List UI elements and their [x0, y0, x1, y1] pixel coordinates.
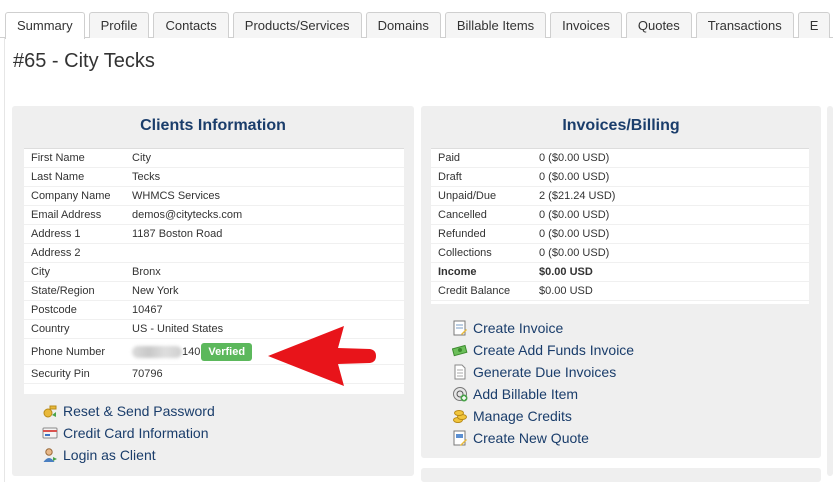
tab-domains[interactable]: Domains	[365, 12, 441, 38]
tab-invoices[interactable]: Invoices	[550, 12, 622, 38]
document-icon	[452, 364, 468, 380]
table-row: Cancelled 0 ($0.00 USD)	[431, 206, 809, 225]
lower-panel	[421, 468, 821, 482]
user-login-icon	[42, 447, 58, 463]
credit-card-icon	[42, 425, 58, 441]
invoices-billing-heading: Invoices/Billing	[562, 117, 680, 134]
billing-actions: Create Invoice Create Add Funds Invoice …	[451, 317, 634, 449]
table-row: Company Name WHMCS Services	[24, 187, 404, 206]
verified-badge: Verfied	[201, 342, 253, 361]
clients-information-panel: Clients Information First Name City Last …	[12, 106, 414, 476]
tab-contacts[interactable]: Contacts	[153, 12, 229, 38]
manage-credits-link[interactable]: Manage Credits	[452, 405, 634, 427]
money-icon	[451, 342, 468, 358]
table-row: Postcode 10467	[24, 301, 404, 320]
add-billable-item-link[interactable]: Add Billable Item	[452, 383, 634, 405]
tab-products-services[interactable]: Products/Services	[232, 12, 362, 38]
create-invoice-link[interactable]: Create Invoice	[452, 317, 634, 339]
table-row: Unpaid/Due 2 ($21.24 USD)	[431, 187, 809, 206]
tab-billable-items[interactable]: Billable Items	[444, 12, 547, 38]
reset-send-password-link[interactable]: Reset & Send Password	[42, 400, 215, 422]
billing-summary-table: Paid 0 ($0.00 USD) Draft 0 ($0.00 USD) Unp…	[431, 148, 809, 304]
tab-profile[interactable]: Profile	[88, 12, 150, 38]
tab-quotes[interactable]: Quotes	[625, 12, 692, 38]
add-item-icon	[452, 386, 468, 402]
key-refresh-icon	[42, 403, 58, 419]
table-row: Credit Balance $0.00 USD	[431, 282, 809, 301]
tab-more[interactable]: E	[797, 12, 831, 38]
tab-summary[interactable]: Summary	[5, 12, 85, 39]
table-row: Income $0.00 USD	[431, 263, 809, 282]
table-row: Address 2	[24, 244, 404, 263]
table-row: Refunded 0 ($0.00 USD)	[431, 225, 809, 244]
annotation-arrow-icon	[268, 326, 376, 386]
tab-bar: Summary Profile Contacts Products/Servic…	[0, 12, 833, 39]
client-actions: Reset & Send Password Credit Card Inform…	[42, 400, 215, 466]
generate-due-invoices-link[interactable]: Generate Due Invoices	[452, 361, 634, 383]
clients-information-heading: Clients Information	[140, 117, 286, 134]
right-panel-edge	[827, 106, 833, 476]
table-row: Collections 0 ($0.00 USD)	[431, 244, 809, 263]
phone-suffix: 140	[182, 345, 201, 358]
table-row: Email Address demos@citytecks.com	[24, 206, 404, 225]
table-row: Last Name Tecks	[24, 168, 404, 187]
table-row: City Bronx	[24, 263, 404, 282]
coins-icon	[452, 408, 468, 424]
table-row: Draft 0 ($0.00 USD)	[431, 168, 809, 187]
table-row: State/Region New York	[24, 282, 404, 301]
content-divider	[4, 38, 5, 482]
table-row: Paid 0 ($0.00 USD)	[431, 149, 809, 168]
create-new-quote-link[interactable]: Create New Quote	[452, 427, 634, 449]
login-as-client-link[interactable]: Login as Client	[42, 444, 215, 466]
quote-icon	[452, 430, 468, 446]
create-add-funds-invoice-link[interactable]: Create Add Funds Invoice	[451, 339, 634, 361]
invoice-icon	[452, 320, 468, 336]
table-row: Address 1 1187 Boston Road	[24, 225, 404, 244]
redacted-phone-digits	[132, 345, 182, 358]
invoices-billing-panel: Invoices/Billing Paid 0 ($0.00 USD) Draft…	[421, 106, 821, 458]
page-title: #65 - City Tecks	[13, 50, 155, 72]
tab-transactions[interactable]: Transactions	[695, 12, 794, 38]
credit-card-information-link[interactable]: Credit Card Information	[42, 422, 215, 444]
table-row: First Name City	[24, 149, 404, 168]
